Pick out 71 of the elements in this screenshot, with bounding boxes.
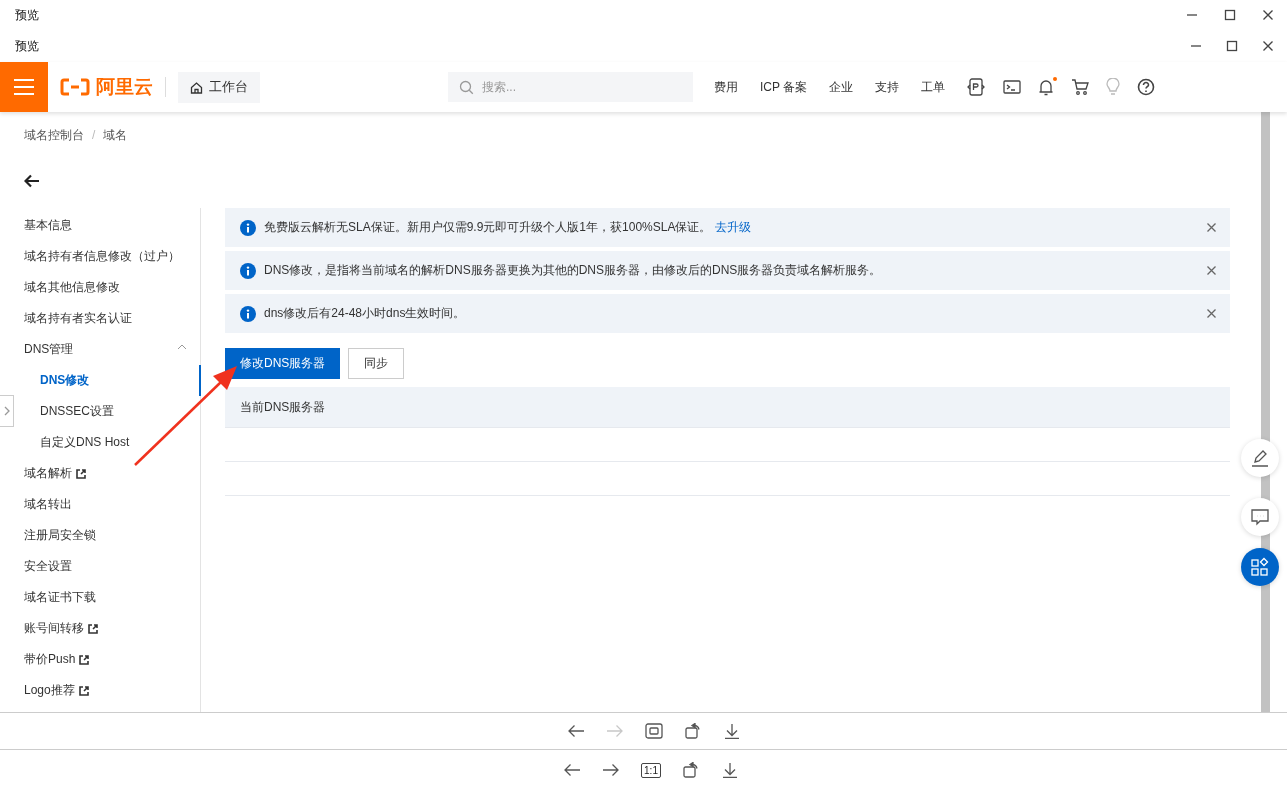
edit-button[interactable] [1241,439,1279,477]
window-title: 预览 [15,6,40,24]
sidebar-item[interactable]: 账号间转移 [24,613,201,644]
app-icon[interactable] [966,77,987,97]
fit-window-icon [644,723,663,739]
nav-link[interactable]: 费用 [703,78,749,96]
rotate-icon [683,723,702,739]
alert-text: dns修改后有24-48小时dns生效时间。 [264,305,467,322]
sidebar-item[interactable]: 带价Push [24,644,201,675]
forward-arrow-icon [602,762,621,778]
nav-link[interactable]: 支持 [864,78,911,96]
close-icon[interactable] [1207,223,1216,232]
logo-text: 阿里云 [96,75,153,99]
sidebar-item[interactable]: DNS修改 [24,365,201,396]
info-icon [240,305,256,322]
bell-icon[interactable] [1038,78,1055,96]
logo-icon [60,78,90,96]
workbench-button[interactable]: 工作台 [178,71,260,103]
home-icon [190,80,203,94]
sidebar-item[interactable]: 自定义DNS Host [24,427,201,458]
sidebar-item[interactable]: Logo推荐 [24,675,201,706]
nav-link[interactable]: 企业 [818,78,865,96]
chat-icon [1250,507,1270,527]
back-arrow-icon[interactable] [24,174,40,188]
actual-size-button[interactable]: 1:1 [639,762,663,778]
terminal-icon[interactable] [1003,79,1022,95]
sidebar-item[interactable]: 基本信息 [24,210,201,241]
nav-link[interactable]: ICP 备案 [749,78,819,96]
search-icon [459,80,474,95]
breadcrumb-link[interactable]: 域名 [103,126,128,144]
apps-button[interactable] [1241,548,1279,586]
download-icon [722,723,741,739]
back-arrow-icon [566,723,585,739]
download-icon [720,762,739,778]
info-icon [240,262,256,279]
alert-text: 免费版云解析无SLA保证。新用户仅需9.9元即可升级个人版1年，获100%SLA保证。 去升级 [264,219,753,236]
sidebar-item[interactable]: DNSSEC设置 [24,396,201,427]
upgrade-link[interactable]: 去升级 [715,220,752,234]
sidebar-item[interactable]: DNS管理 [24,334,201,365]
nav-link[interactable]: 工单 [910,78,957,96]
close-icon[interactable] [1207,309,1216,318]
alert-text: DNS修改，是指将当前域名的解析DNS服务器更换为其他的DNS服务器，由修改后的DNS服务器负责域名解析服务。 [264,262,883,279]
sync-button[interactable]: 同步 [348,348,405,379]
sidebar-item[interactable]: 域名持有者信息修改（过户） [24,241,201,272]
sidebar-item[interactable]: 域名转出 [24,489,201,520]
menu-icon [13,78,35,96]
sidebar-item[interactable]: 域名其他信息修改 [24,272,201,303]
sidebar-item[interactable]: 域名解析 [24,458,201,489]
breadcrumb-link[interactable]: 域名控制台 [24,126,84,144]
column-header: 当前DNS服务器 [225,387,1230,428]
sidebar-item[interactable]: 域名证书下载 [24,582,201,613]
back-arrow-icon [563,762,582,778]
apps-icon [1250,557,1270,577]
modify-dns-button[interactable]: 修改DNS服务器 [225,348,341,379]
breadcrumb-separator: / [92,128,96,142]
chevron-right-icon [3,406,10,416]
cart-icon[interactable] [1071,78,1090,96]
help-icon[interactable] [1137,78,1156,96]
fit-window-button[interactable] [642,723,665,739]
window-title: 预览 [15,37,40,55]
pencil-icon [1250,448,1270,468]
sidebar-item[interactable]: 安全设置 [24,551,201,582]
forward-arrow-icon [605,723,624,739]
sidebar-item[interactable]: 注册局安全锁 [24,520,201,551]
rotate-icon [681,762,700,778]
sidebar-item[interactable]: 域名持有者实名认证 [24,303,201,334]
info-icon [240,219,256,236]
close-icon[interactable] [1207,266,1216,275]
search-field[interactable]: 搜索... [448,72,693,102]
feedback-button[interactable] [1241,498,1279,536]
menu-button[interactable] [0,62,48,112]
